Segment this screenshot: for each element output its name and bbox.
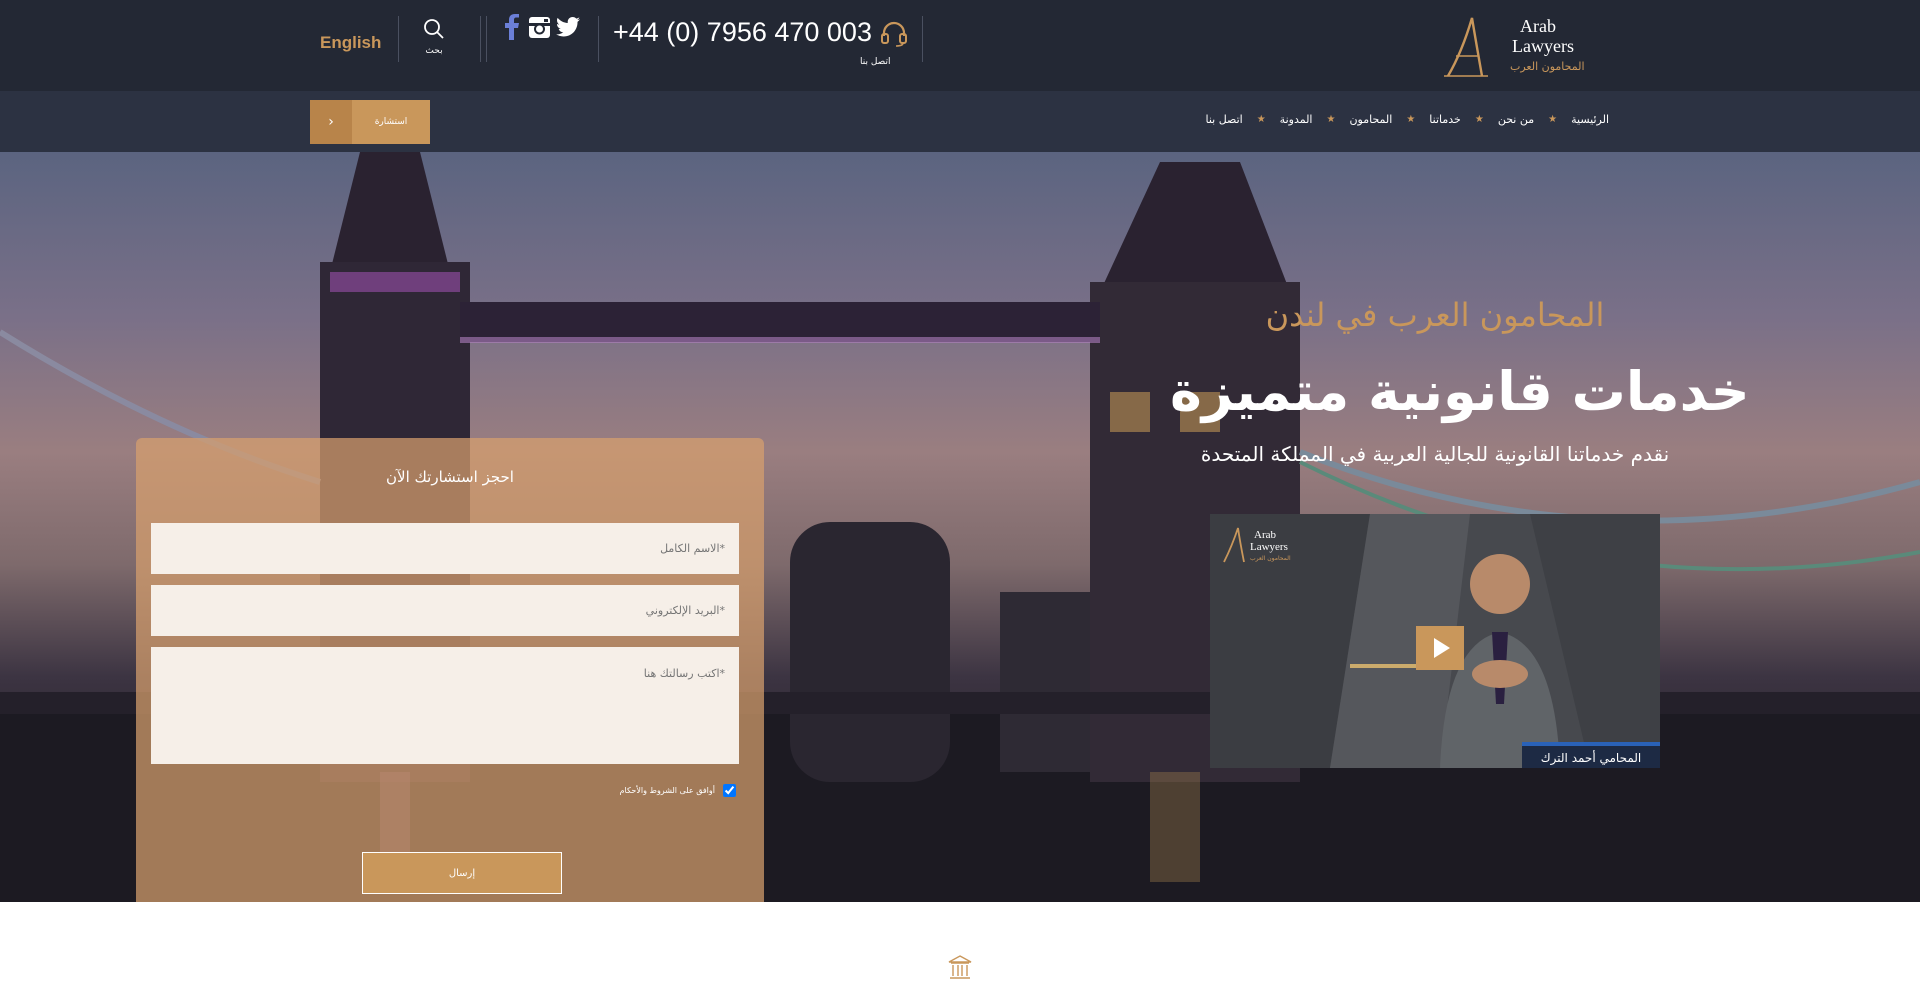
- nav-item-home[interactable]: الرئيسية: [1571, 113, 1609, 126]
- twitter-icon: [556, 17, 580, 37]
- consent-label: أوافق على الشروط والأحكام: [619, 786, 715, 795]
- call-us-label: اتصل بنا: [860, 57, 891, 67]
- submit-button[interactable]: إرسال: [362, 852, 562, 894]
- chevron-right-icon: ›: [310, 100, 352, 144]
- twitter-link[interactable]: [556, 17, 580, 41]
- video-logo-arab: Arab: [1254, 529, 1276, 541]
- divider: [480, 16, 481, 62]
- divider: [598, 16, 599, 62]
- logo-arab: Arab: [1520, 16, 1556, 36]
- intro-video[interactable]: Arab Lawyers المحامون العرب المحامي أحمد…: [1210, 514, 1660, 768]
- language-switch-english[interactable]: English: [320, 33, 381, 53]
- hero-title: خدمات قانونية متميزة: [1170, 360, 1750, 423]
- contact-form: احجز استشارتك الآن أوافق على الشروط والأ…: [136, 438, 764, 902]
- video-logo: Arab Lawyers المحامون العرب: [1220, 524, 1300, 568]
- logo-arabic: المحامون العرب: [1510, 60, 1585, 73]
- logo-lawyers: Lawyers: [1512, 36, 1574, 56]
- headset-icon: [881, 21, 907, 47]
- form-title: احجز استشارتك الآن: [386, 468, 514, 486]
- phone-number[interactable]: +44 (0) 7956 470 003: [613, 17, 872, 48]
- play-icon[interactable]: [1416, 626, 1464, 670]
- name-field[interactable]: [151, 523, 739, 574]
- video-logo-arabic: المحامون العرب: [1250, 555, 1291, 562]
- nav-item-blog[interactable]: المدونة: [1280, 113, 1313, 126]
- call-button[interactable]: [880, 19, 908, 51]
- divider: [398, 16, 399, 62]
- search-button[interactable]: بحث: [420, 18, 448, 56]
- consent-row: أوافق على الشروط والأحكام: [136, 784, 736, 797]
- consultation-button[interactable]: › استشارة: [310, 100, 430, 144]
- email-field[interactable]: [151, 585, 739, 636]
- hero-section: احجز استشارتك الآن أوافق على الشروط والأ…: [0, 152, 1920, 902]
- main-nav: الرئيسية ★ من نحن ★ خدماتنا ★ المحامون ★…: [0, 91, 1920, 152]
- hero-subtitle: نقدم خدماتنا القانونية للجالية العربية ف…: [1200, 442, 1670, 466]
- courthouse-icon: [948, 955, 972, 985]
- star-icon: ★: [1256, 114, 1266, 125]
- video-logo-lawyers: Lawyers: [1250, 541, 1288, 553]
- nav-item-lawyers[interactable]: المحامون: [1349, 113, 1392, 126]
- nav-item-services[interactable]: خدماتنا: [1429, 113, 1461, 126]
- star-icon: ★: [1474, 114, 1484, 125]
- top-bar: English بحث +44 (0) 7956 470 003 اتصل بن…: [0, 0, 1920, 91]
- divider: [922, 16, 923, 62]
- hero-eyebrow: المحامون العرب في لندن: [1265, 296, 1605, 334]
- nav-item-contact[interactable]: اتصل بنا: [1205, 113, 1242, 126]
- star-icon: ★: [1326, 114, 1336, 125]
- star-icon: ★: [1548, 114, 1558, 125]
- search-label: بحث: [425, 46, 443, 56]
- nav-menu: الرئيسية ★ من نحن ★ خدماتنا ★ المحامون ★…: [1205, 113, 1609, 126]
- consultation-button-label: استشارة: [374, 117, 408, 127]
- search-icon: [424, 19, 444, 39]
- site-logo[interactable]: Arab Lawyers المحامون العرب: [1442, 12, 1598, 78]
- message-field[interactable]: [151, 647, 739, 764]
- facebook-icon: [505, 14, 519, 40]
- video-caption: المحامي أحمد الترك: [1522, 742, 1660, 768]
- facebook-link[interactable]: [504, 14, 520, 44]
- instagram-icon: [529, 17, 550, 38]
- star-icon: ★: [1406, 114, 1416, 125]
- nav-item-about[interactable]: من نحن: [1498, 113, 1534, 126]
- instagram-link[interactable]: [528, 16, 551, 43]
- consent-checkbox[interactable]: [723, 784, 736, 797]
- divider: [486, 16, 487, 62]
